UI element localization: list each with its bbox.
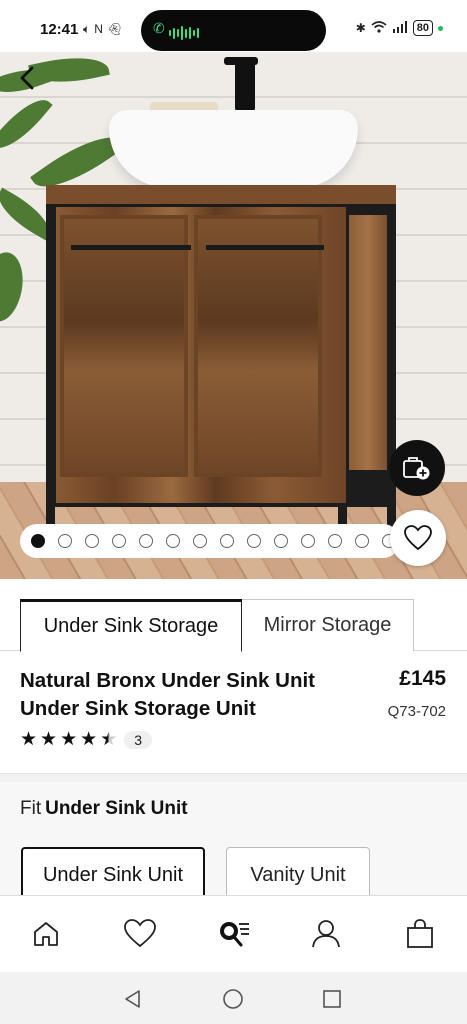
tab-under-sink-storage[interactable]: Under Sink Storage bbox=[20, 599, 242, 652]
fit-label: Fit Under Sink Unit bbox=[20, 798, 188, 820]
product-price: £145 bbox=[399, 667, 446, 690]
star-full-icon: ★ bbox=[80, 729, 98, 750]
system-home-icon[interactable] bbox=[222, 988, 244, 1010]
heart-outline-icon bbox=[404, 525, 432, 551]
category-tabs: Under Sink Storage Mirror Storage bbox=[0, 579, 467, 652]
collection-add-icon bbox=[403, 457, 430, 480]
gallery-dot[interactable] bbox=[166, 534, 180, 548]
wifi-icon bbox=[371, 20, 387, 36]
bluetooth-icon: ✱ bbox=[355, 21, 366, 35]
section-divider bbox=[0, 773, 467, 782]
gallery-dot[interactable] bbox=[31, 534, 45, 548]
status-time: 12:41 bbox=[40, 21, 79, 38]
product-code: Q73-702 bbox=[387, 703, 446, 720]
gallery-dot[interactable] bbox=[301, 534, 315, 548]
gallery-dot[interactable] bbox=[193, 534, 207, 548]
gallery-dot[interactable] bbox=[247, 534, 261, 548]
gallery-dot[interactable] bbox=[58, 534, 72, 548]
snapchat-icon: 👻︎ bbox=[106, 22, 123, 36]
wishlist-button[interactable] bbox=[390, 510, 446, 566]
system-recents-icon[interactable] bbox=[321, 988, 343, 1010]
product-title-line-1: Natural Bronx Under Sink Unit bbox=[20, 669, 316, 692]
battery-indicator: 80 bbox=[412, 20, 433, 36]
system-navigation-bar bbox=[0, 972, 467, 1024]
product-photo-cabinet bbox=[46, 185, 396, 530]
home-icon[interactable] bbox=[30, 918, 62, 950]
gallery-dot[interactable] bbox=[220, 534, 234, 548]
fit-option-vanity-unit[interactable]: Vanity Unit bbox=[226, 847, 370, 895]
star-full-icon: ★ bbox=[40, 729, 58, 750]
star-half-icon: ★ bbox=[100, 729, 118, 750]
product-photo-tap bbox=[235, 60, 255, 112]
star-full-icon: ★ bbox=[60, 729, 78, 750]
gallery-pagination[interactable] bbox=[20, 524, 400, 558]
signal-icon bbox=[392, 20, 408, 36]
product-info: Natural Bronx Under Sink Unit Under Sink… bbox=[0, 651, 467, 773]
system-back-icon[interactable] bbox=[122, 988, 144, 1010]
bottom-navigation bbox=[0, 895, 467, 972]
account-icon[interactable] bbox=[310, 918, 342, 950]
volume-icon: 🔈︎ bbox=[83, 22, 91, 36]
fit-selector: Fit Under Sink Unit Under Sink Unit Vanit… bbox=[0, 782, 467, 895]
add-to-collection-button[interactable] bbox=[389, 440, 445, 496]
dynamic-island[interactable]: ✆ bbox=[141, 10, 326, 51]
product-title-line-2: Under Sink Storage Unit bbox=[20, 697, 256, 720]
phone-call-icon: ✆ bbox=[153, 20, 165, 36]
product-photo-basin bbox=[109, 110, 358, 188]
fit-selected-value: Under Sink Unit bbox=[45, 798, 188, 819]
nfc-icon: N bbox=[94, 22, 103, 36]
gallery-dot[interactable] bbox=[112, 534, 126, 548]
gallery-dot[interactable] bbox=[328, 534, 342, 548]
product-title: Natural Bronx Under Sink Unit Under Sink… bbox=[20, 667, 350, 723]
review-count-badge: 3 bbox=[124, 730, 153, 749]
gallery-dot[interactable] bbox=[274, 534, 288, 548]
status-bar: 12:41 🔈︎ N 👻︎ ✆ ✱ 80 bbox=[0, 0, 467, 52]
gallery-dot[interactable] bbox=[85, 534, 99, 548]
product-rating[interactable]: ★ ★ ★ ★ ★ 3 bbox=[20, 729, 153, 750]
back-arrow-icon[interactable] bbox=[14, 64, 42, 92]
fit-label-text: Fit bbox=[20, 798, 42, 819]
privacy-dot-icon bbox=[438, 25, 443, 31]
audio-wave-icon bbox=[169, 26, 199, 40]
gallery-dot[interactable] bbox=[355, 534, 369, 548]
tab-mirror-storage[interactable]: Mirror Storage bbox=[241, 599, 414, 651]
star-full-icon: ★ bbox=[20, 729, 38, 750]
search-list-icon[interactable] bbox=[217, 918, 249, 950]
gallery-dot[interactable] bbox=[139, 534, 153, 548]
status-notification-icons: 🔈︎ N 👻︎ bbox=[83, 22, 122, 37]
heart-icon[interactable] bbox=[123, 918, 156, 950]
product-image-gallery[interactable] bbox=[0, 52, 467, 579]
bag-icon[interactable] bbox=[404, 918, 436, 950]
status-right-icons: ✱ 80 bbox=[356, 20, 443, 36]
fit-option-under-sink-unit[interactable]: Under Sink Unit bbox=[21, 847, 205, 895]
